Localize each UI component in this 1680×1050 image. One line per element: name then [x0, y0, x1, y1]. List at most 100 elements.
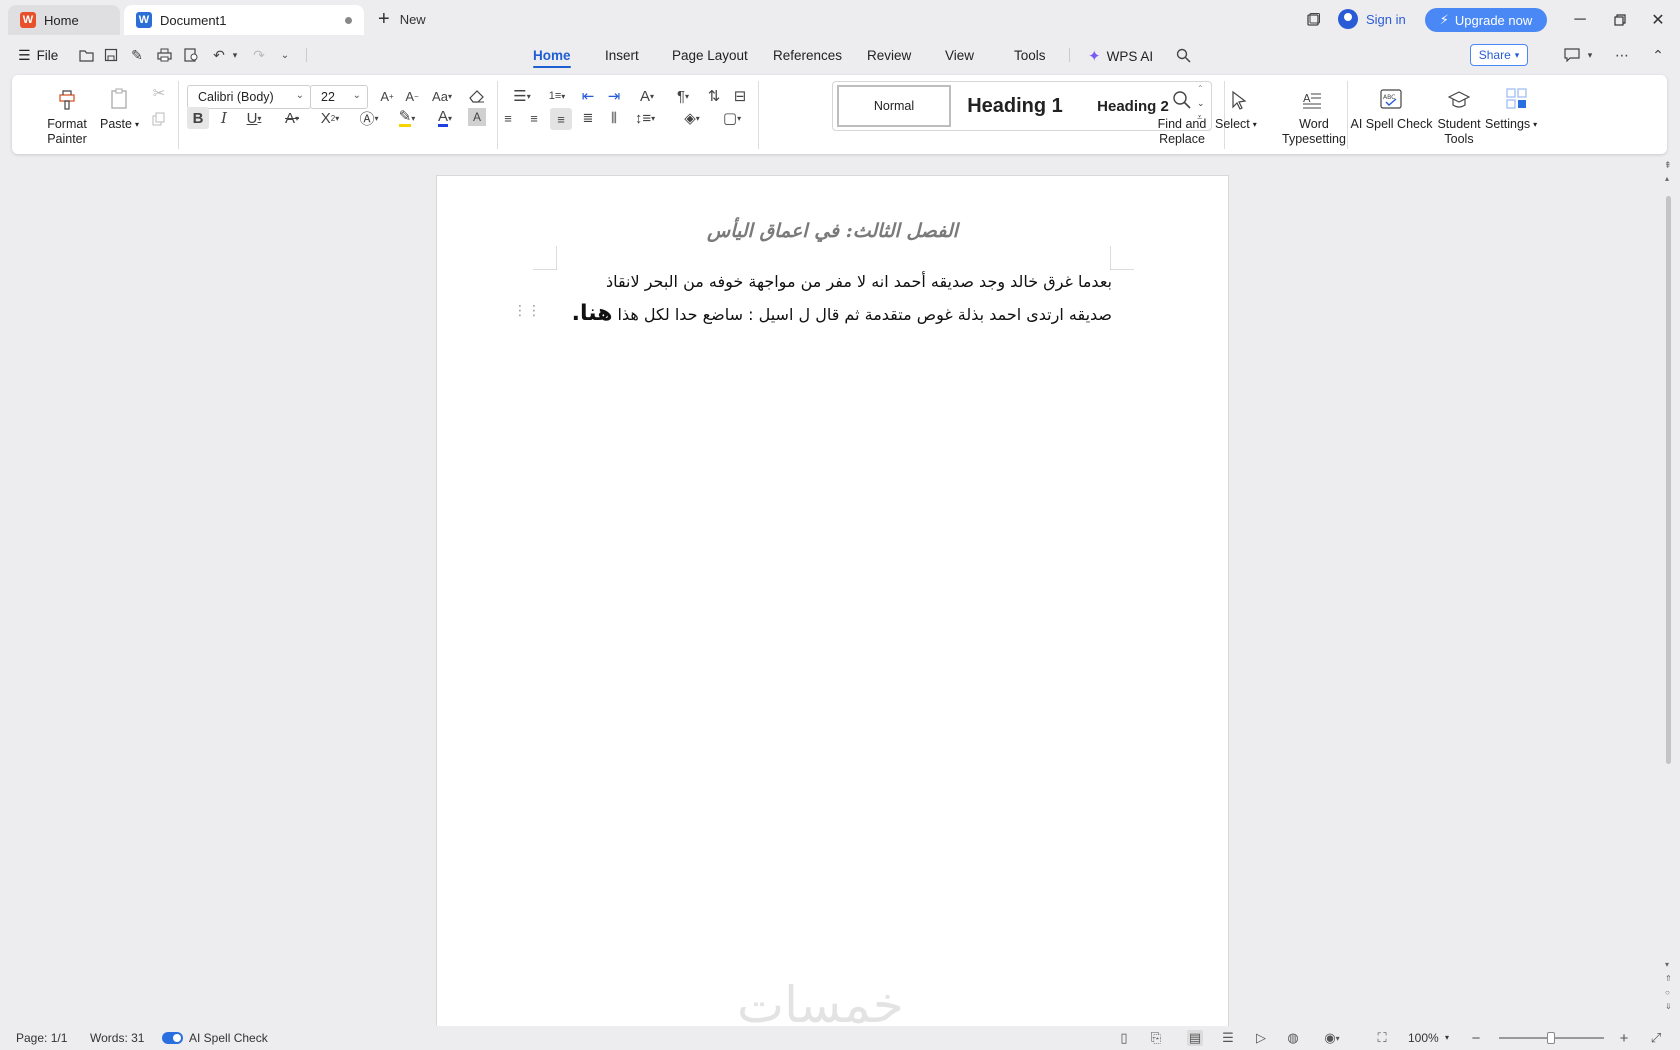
- change-case-icon[interactable]: Aa ▾: [428, 86, 456, 106]
- document-body[interactable]: بعدما غرق خالد وجد صديقه أحمد انه لا مفر…: [557, 266, 1112, 331]
- fit-page-icon[interactable]: ⛶: [1374, 1030, 1390, 1046]
- new-tab-button[interactable]: + New: [378, 9, 426, 29]
- text-direction-button[interactable]: A ▾: [632, 86, 662, 106]
- justify-icon[interactable]: ≣: [578, 108, 598, 128]
- style-normal[interactable]: Normal: [837, 85, 951, 127]
- undo-dropdown-icon[interactable]: ▾: [226, 46, 244, 64]
- find-icon[interactable]: [1170, 88, 1194, 112]
- search-icon[interactable]: [1174, 46, 1192, 64]
- font-family-select[interactable]: Calibri (Body) ⌄: [187, 85, 311, 109]
- tab-view[interactable]: View: [945, 48, 974, 63]
- underline-button[interactable]: U ▾: [239, 107, 269, 129]
- more-options-icon[interactable]: ⋯: [1613, 46, 1631, 64]
- comment-icon[interactable]: [1563, 46, 1581, 64]
- settings-button[interactable]: Settings ▾: [1485, 117, 1537, 132]
- next-page-icon[interactable]: ⇓: [1665, 1002, 1672, 1011]
- spell-check-toggle[interactable]: [162, 1032, 183, 1044]
- styles-scroll-down-icon[interactable]: ⌄: [1197, 98, 1205, 109]
- zoom-dropdown-icon[interactable]: ▾: [1445, 1033, 1449, 1042]
- grow-font-icon[interactable]: A +: [377, 86, 397, 106]
- shading-button[interactable]: ◈ ▾: [677, 108, 707, 128]
- distribute-icon[interactable]: ⊟: [730, 86, 750, 106]
- style-heading-1[interactable]: Heading 1: [961, 85, 1069, 127]
- bullets-button[interactable]: ☰ ▾: [508, 86, 536, 106]
- align-left-icon[interactable]: ≡: [498, 108, 518, 128]
- previous-page-icon[interactable]: ⇑: [1665, 974, 1672, 983]
- align-right-icon[interactable]: ≡: [550, 108, 572, 130]
- page-view-icon[interactable]: ▤: [1187, 1030, 1203, 1046]
- settings-tools-icon[interactable]: [1504, 86, 1530, 112]
- zoom-in-icon[interactable]: +: [1616, 1030, 1632, 1047]
- document-page[interactable]: الفصل الثالث: في اعماق اليأس ⋮⋮ بعدما غر…: [436, 175, 1229, 1035]
- format-painter-label[interactable]: Format Painter: [42, 117, 92, 147]
- collapse-ribbon-icon[interactable]: ⌃: [1649, 46, 1667, 64]
- font-size-select[interactable]: 22 ⌄: [310, 85, 368, 109]
- upgrade-now-button[interactable]: ⚡ Upgrade now: [1425, 8, 1547, 32]
- graduation-cap-icon[interactable]: [1447, 88, 1471, 112]
- bold-button[interactable]: B: [187, 107, 209, 129]
- outline-export-icon[interactable]: ⎘: [1148, 1030, 1164, 1046]
- vertical-scrollbar[interactable]: ⇞ ▴ ▾ ⇑ ○ ⇓: [1662, 160, 1676, 1020]
- align-center-icon[interactable]: ≡: [524, 108, 544, 128]
- select-cursor-icon[interactable]: [1227, 88, 1251, 112]
- zoom-slider-handle[interactable]: [1547, 1032, 1555, 1044]
- print-icon[interactable]: [155, 46, 173, 64]
- tab-document[interactable]: W Document1: [124, 5, 364, 35]
- scrollbar-thumb[interactable]: [1666, 196, 1671, 764]
- tab-home[interactable]: W Home: [8, 5, 120, 35]
- shrink-font-icon[interactable]: A −: [402, 86, 422, 106]
- tab-home-ribbon[interactable]: Home: [533, 48, 571, 63]
- minimize-button[interactable]: ─: [1568, 8, 1592, 32]
- increase-indent-icon[interactable]: ⇥: [604, 86, 624, 106]
- play-icon[interactable]: ▷: [1253, 1030, 1269, 1046]
- paste-icon[interactable]: [107, 87, 131, 111]
- column-spacing-icon[interactable]: ⫼: [604, 108, 624, 128]
- restore-button[interactable]: [1608, 8, 1632, 32]
- styles-scroll-up-icon[interactable]: ⌃: [1197, 84, 1204, 93]
- numbering-button[interactable]: 1≡ ▾: [543, 86, 571, 106]
- print-preview-icon[interactable]: [182, 46, 200, 64]
- tab-insert[interactable]: Insert: [605, 48, 639, 63]
- zoom-out-icon[interactable]: −: [1468, 1030, 1484, 1047]
- paste-button[interactable]: Paste ▾: [100, 117, 139, 132]
- outline-view-icon[interactable]: ☰: [1220, 1030, 1236, 1046]
- format-brush-icon[interactable]: ✎: [128, 46, 146, 64]
- sort-icon[interactable]: ⇅: [704, 86, 724, 106]
- tab-tools[interactable]: Tools: [1014, 48, 1046, 63]
- close-window-button[interactable]: ✕: [1646, 8, 1670, 32]
- eye-protection-icon[interactable]: ◉ ▾: [1318, 1030, 1346, 1046]
- typesetting-icon[interactable]: A: [1300, 88, 1324, 112]
- student-tools-label[interactable]: Student Tools: [1429, 117, 1489, 147]
- ai-spell-check-label[interactable]: AI Spell Check: [1344, 117, 1439, 132]
- tab-review[interactable]: Review: [867, 48, 911, 63]
- text-effects-button[interactable]: Ⓐ ▾: [354, 107, 384, 129]
- zoom-level[interactable]: 100%: [1408, 1031, 1439, 1045]
- browse-object-icon[interactable]: ○: [1665, 988, 1670, 997]
- fullscreen-icon[interactable]: ⤢: [1648, 1030, 1664, 1046]
- strikethrough-button[interactable]: A ▾: [277, 107, 307, 129]
- word-count[interactable]: Words: 31: [90, 1031, 144, 1045]
- line-spacing-button[interactable]: ↕≡ ▾: [630, 108, 660, 128]
- comment-dropdown-icon[interactable]: ▾: [1581, 46, 1599, 64]
- scroll-top-icon[interactable]: ⇞: [1664, 160, 1672, 171]
- character-shading-icon[interactable]: A: [468, 108, 486, 126]
- save-icon[interactable]: [102, 46, 120, 64]
- highlight-button[interactable]: ✎ ▾: [392, 107, 422, 129]
- scroll-down-icon[interactable]: ▾: [1665, 960, 1669, 969]
- file-menu-button[interactable]: ☰ File: [18, 47, 58, 64]
- read-mode-icon[interactable]: ▯: [1116, 1030, 1132, 1046]
- quick-access-more-icon[interactable]: ⌄: [276, 46, 294, 64]
- page-count[interactable]: Page: 1/1: [16, 1031, 67, 1045]
- wps-ai-button[interactable]: ✦ WPS AI: [1088, 47, 1153, 65]
- sign-in-button[interactable]: Sign in: [1338, 9, 1406, 29]
- borders-button[interactable]: ▢ ▾: [717, 108, 747, 128]
- drag-handle-icon[interactable]: ⋮⋮: [513, 303, 541, 317]
- superscript-button[interactable]: X 2 ▾: [315, 107, 345, 129]
- font-color-button[interactable]: A ▾: [430, 107, 460, 129]
- format-painter-icon[interactable]: [55, 87, 79, 111]
- select-button[interactable]: Select ▾: [1215, 117, 1257, 132]
- scroll-up-icon[interactable]: ▴: [1665, 174, 1669, 183]
- share-button[interactable]: Share ▾: [1470, 44, 1528, 66]
- word-typesetting-label[interactable]: Word Typesetting: [1276, 117, 1352, 147]
- find-replace-label[interactable]: Find and Replace: [1150, 117, 1214, 147]
